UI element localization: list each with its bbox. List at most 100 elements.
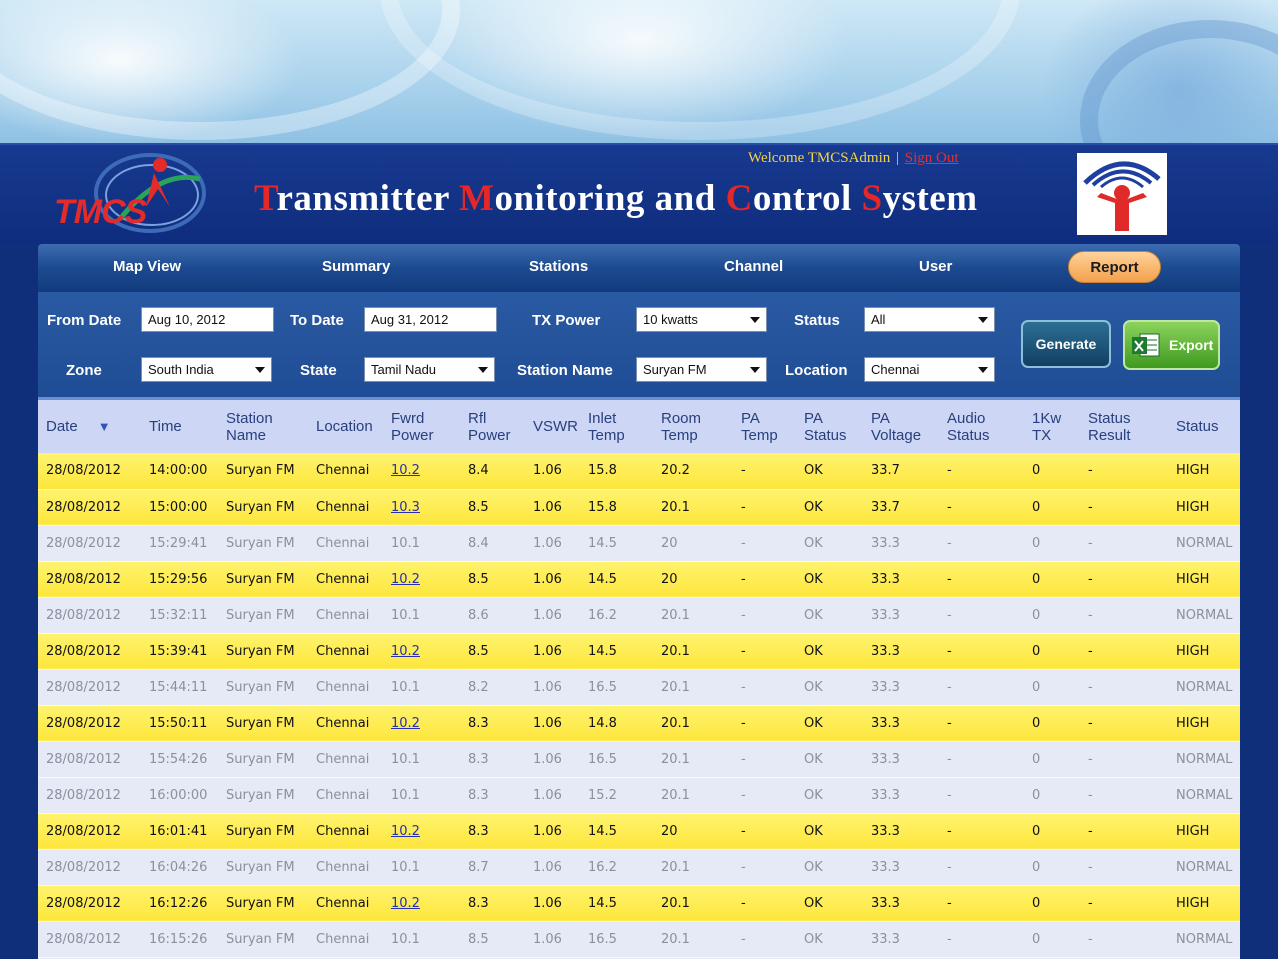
nav-map-view[interactable]: Map View	[113, 258, 181, 275]
table-row[interactable]: 28/08/2012 16:12:26 Suryan FM Chennai 10.2 8.…	[38, 885, 1240, 921]
cell-fwrd-power: 10.1	[383, 525, 460, 561]
cell-pa-status: OK	[796, 489, 863, 525]
cell-date: 28/08/2012	[38, 669, 141, 705]
fwrd-power-link[interactable]: 10.3	[391, 500, 420, 515]
column-header-station-name[interactable]: Station Name	[218, 400, 308, 453]
welcome-bar: Welcome TMCSAdmin | Sign Out	[748, 150, 959, 167]
cell-rfl-power: 8.5	[460, 489, 525, 525]
fwrd-power-link[interactable]: 10.2	[391, 463, 420, 478]
cell-rfl-power: 8.3	[460, 705, 525, 741]
sort-desc-icon[interactable]: ▼	[98, 419, 111, 434]
cell-pa-voltage: 33.3	[863, 777, 939, 813]
chevron-down-icon	[478, 367, 488, 373]
report-table: Date ▼ Time Station Name Location Fwrd Power Rfl…	[38, 400, 1240, 958]
cell-audio-status: -	[939, 669, 1024, 705]
cell-time: 15:50:11	[141, 705, 218, 741]
column-header-room-temp[interactable]: Room Temp	[653, 400, 733, 453]
cell-fwrd-power: 10.1	[383, 921, 460, 957]
column-header-status-result[interactable]: Status Result	[1080, 400, 1168, 453]
column-header-text: Status	[1176, 418, 1219, 435]
table-row[interactable]: 28/08/2012 16:00:00 Suryan FM Chennai 10.1 8.…	[38, 777, 1240, 813]
table-row[interactable]: 28/08/2012 15:39:41 Suryan FM Chennai 10.2 8.…	[38, 633, 1240, 669]
table-row[interactable]: 28/08/2012 16:15:26 Suryan FM Chennai 10.1 8.…	[38, 921, 1240, 957]
status-select[interactable]: All	[864, 307, 995, 332]
cell-audio-status: -	[939, 813, 1024, 849]
cell-status-result: -	[1080, 705, 1168, 741]
cell-vswr: 1.06	[525, 921, 580, 957]
table-row[interactable]: 28/08/2012 15:50:11 Suryan FM Chennai 10.2 8.…	[38, 705, 1240, 741]
from-date-input[interactable]: Aug 10, 2012	[141, 307, 274, 332]
cell-fwrd-power: 10.2	[383, 705, 460, 741]
cell-room-temp: 20	[653, 813, 733, 849]
cell-1kw-tx: 0	[1024, 633, 1080, 669]
column-header-pa-voltage[interactable]: PA Voltage	[863, 400, 939, 453]
cell-rfl-power: 8.5	[460, 633, 525, 669]
cell-room-temp: 20.1	[653, 885, 733, 921]
cell-1kw-tx: 0	[1024, 597, 1080, 633]
table-row[interactable]: 28/08/2012 16:01:41 Suryan FM Chennai 10.2 8.…	[38, 813, 1240, 849]
nav-summary[interactable]: Summary	[322, 258, 390, 275]
table-row[interactable]: 28/08/2012 15:00:00 Suryan FM Chennai 10.3 8.…	[38, 489, 1240, 525]
column-header-time[interactable]: Time	[141, 400, 218, 453]
column-header-date[interactable]: Date ▼	[38, 400, 141, 453]
fwrd-power-link[interactable]: 10.2	[391, 824, 420, 839]
state-select[interactable]: Tamil Nadu	[364, 357, 495, 382]
cell-1kw-tx: 0	[1024, 921, 1080, 957]
fwrd-power-link[interactable]: 10.2	[391, 716, 420, 731]
nav-stations[interactable]: Stations	[529, 258, 588, 275]
fwrd-power-link[interactable]: 10.2	[391, 572, 420, 587]
cell-inlet-temp: 16.5	[580, 741, 653, 777]
cell-station-name: Suryan FM	[218, 561, 308, 597]
cell-inlet-temp: 14.5	[580, 525, 653, 561]
table-row[interactable]: 28/08/2012 15:32:11 Suryan FM Chennai 10.1 8.…	[38, 597, 1240, 633]
export-button[interactable]: Export	[1123, 320, 1220, 370]
fwrd-power-link[interactable]: 10.2	[391, 644, 420, 659]
column-header-pa-status[interactable]: PA Status	[796, 400, 863, 453]
column-header-pa-temp[interactable]: PA Temp	[733, 400, 796, 453]
table-row[interactable]: 28/08/2012 15:29:41 Suryan FM Chennai 10.1 8.…	[38, 525, 1240, 561]
station-name-select[interactable]: Suryan FM	[636, 357, 767, 382]
generate-button[interactable]: Generate	[1021, 320, 1111, 368]
fwrd-power-link[interactable]: 10.2	[391, 896, 420, 911]
column-header-fwrd-power[interactable]: Fwrd Power	[383, 400, 460, 453]
cell-fwrd-power: 10.2	[383, 453, 460, 489]
cell-1kw-tx: 0	[1024, 705, 1080, 741]
table-row[interactable]: 28/08/2012 15:44:11 Suryan FM Chennai 10.1 8.…	[38, 669, 1240, 705]
nav-report-button[interactable]: Report	[1068, 251, 1161, 283]
cell-fwrd-power: 10.2	[383, 813, 460, 849]
cell-vswr: 1.06	[525, 633, 580, 669]
location-select[interactable]: Chennai	[864, 357, 995, 382]
cell-vswr: 1.06	[525, 489, 580, 525]
cell-fwrd-power: 10.2	[383, 633, 460, 669]
cell-location: Chennai	[308, 777, 383, 813]
column-header-inlet-temp[interactable]: Inlet Temp	[580, 400, 653, 453]
cell-date: 28/08/2012	[38, 849, 141, 885]
cell-pa-voltage: 33.3	[863, 597, 939, 633]
cell-pa-temp: -	[733, 921, 796, 957]
column-header-audio-status[interactable]: Audio Status	[939, 400, 1024, 453]
table-row[interactable]: 28/08/2012 14:00:00 Suryan FM Chennai 10.2 8.…	[38, 453, 1240, 489]
tx-power-select[interactable]: 10 kwatts	[636, 307, 767, 332]
cell-audio-status: -	[939, 525, 1024, 561]
column-header-location[interactable]: Location	[308, 400, 383, 453]
title-cap-2: M	[459, 178, 495, 219]
zone-select[interactable]: South India	[141, 357, 272, 382]
table-row[interactable]: 28/08/2012 15:54:26 Suryan FM Chennai 10.1 8.…	[38, 741, 1240, 777]
table-row[interactable]: 28/08/2012 16:04:26 Suryan FM Chennai 10.1 8.…	[38, 849, 1240, 885]
nav-channel[interactable]: Channel	[724, 258, 783, 275]
cell-time: 15:44:11	[141, 669, 218, 705]
cell-pa-temp: -	[733, 597, 796, 633]
cell-rfl-power: 8.7	[460, 849, 525, 885]
cell-station-name: Suryan FM	[218, 777, 308, 813]
cell-pa-voltage: 33.3	[863, 741, 939, 777]
signout-link[interactable]: Sign Out	[905, 150, 959, 166]
table-row[interactable]: 28/08/2012 15:29:56 Suryan FM Chennai 10.2 8.…	[38, 561, 1240, 597]
column-header-vswr[interactable]: VSWR	[525, 400, 580, 453]
column-header-1kw-tx[interactable]: 1Kw TX	[1024, 400, 1080, 453]
column-header-status[interactable]: Status	[1168, 400, 1240, 453]
column-header-rfl-power[interactable]: Rfl Power	[460, 400, 525, 453]
nav-user[interactable]: User	[919, 258, 952, 275]
title-cap-4: S	[861, 178, 883, 219]
cell-location: Chennai	[308, 597, 383, 633]
to-date-input[interactable]: Aug 31, 2012	[364, 307, 497, 332]
